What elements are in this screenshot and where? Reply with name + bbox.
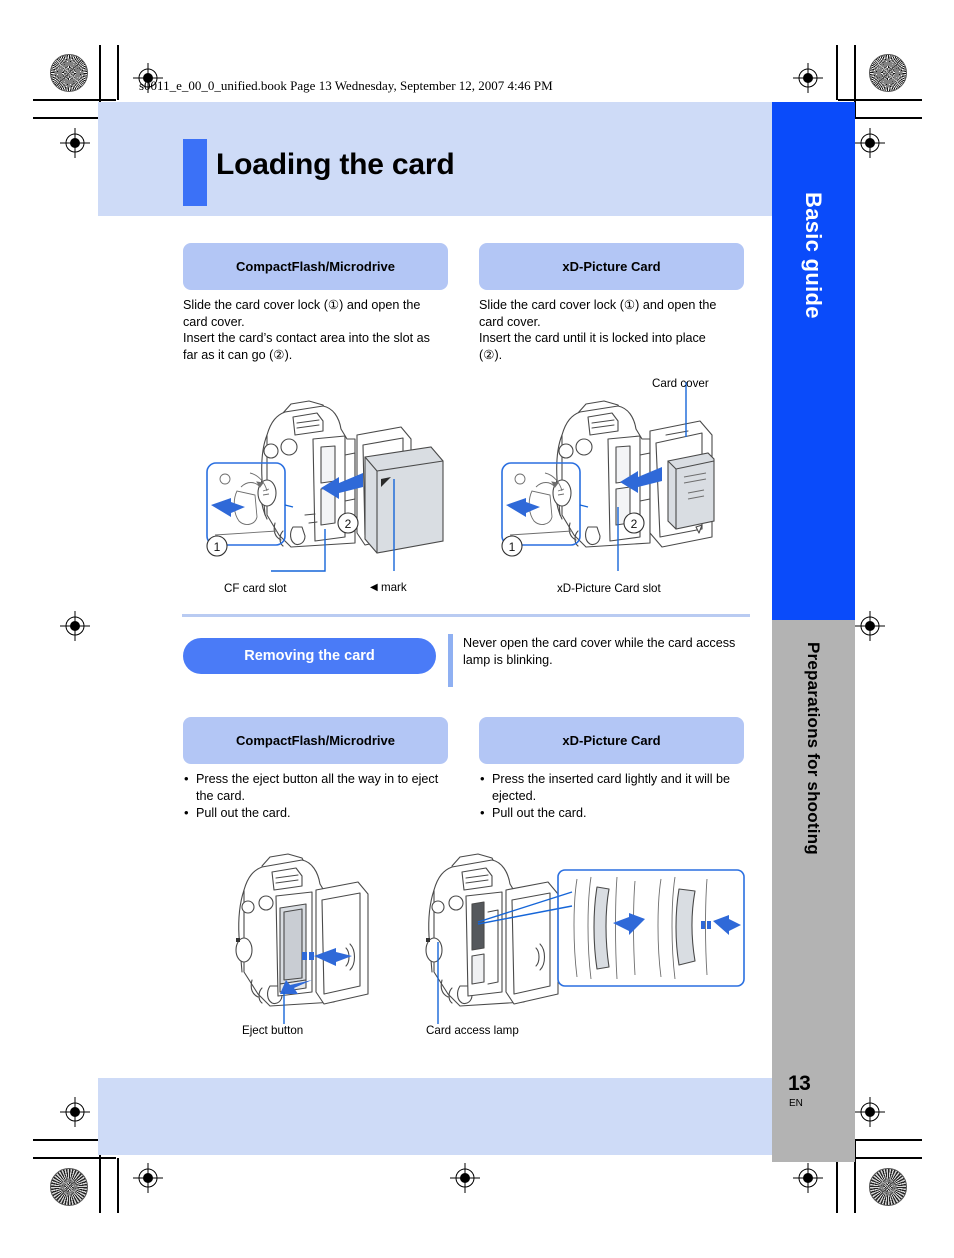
svg-text:2: 2 bbox=[631, 517, 638, 531]
svg-text:1: 1 bbox=[214, 540, 221, 554]
color-rosette-icon bbox=[50, 54, 88, 92]
heading-pill-label: xD-Picture Card bbox=[562, 259, 661, 274]
list-item: Press the eject button all the way in to… bbox=[183, 770, 455, 804]
caption-mark-label: mark bbox=[380, 581, 407, 594]
loading-left-instructions: Slide the card cover lock (①) and open t… bbox=[183, 297, 453, 364]
caption-eject-button: Eject button bbox=[242, 1024, 304, 1037]
illustration-xd-card-press-detail bbox=[557, 869, 745, 987]
list-item: Pull out the card. bbox=[479, 804, 751, 822]
crop-mark-bottom-right-v2 bbox=[836, 1158, 838, 1213]
registration-target-icon bbox=[60, 128, 90, 158]
instruction-line: Insert the card until it is locked into … bbox=[479, 331, 706, 346]
registration-target-icon bbox=[60, 1097, 90, 1127]
triangle-mark-icon: ◀ bbox=[370, 582, 378, 593]
section-divider bbox=[182, 614, 750, 617]
loading-right-instructions: Slide the card cover lock (①) and open t… bbox=[479, 297, 749, 364]
sidebar-tab-basic-guide-label: Basic guide bbox=[801, 192, 827, 319]
registration-target-icon bbox=[793, 63, 823, 93]
page-title: Loading the card bbox=[216, 148, 455, 181]
heading-pill-label: CompactFlash/Microdrive bbox=[236, 259, 395, 274]
caption-xd-picture-card-slot: xD-Picture Card slot bbox=[557, 582, 661, 595]
note-text: Never open the card cover while the card… bbox=[463, 636, 736, 667]
crop-mark-top-right-v2 bbox=[836, 45, 838, 100]
crop-mark-bottom-left-h bbox=[33, 1157, 116, 1159]
registration-target-icon bbox=[855, 611, 885, 641]
running-head: s0011_e_00_0_unified.book Page 13 Wednes… bbox=[139, 78, 553, 93]
heading-pill-compactflash-removing: CompactFlash/Microdrive bbox=[183, 717, 448, 764]
instruction-line: (②). bbox=[479, 348, 503, 363]
registration-target-icon bbox=[60, 611, 90, 641]
heading-pill-label: Removing the card bbox=[244, 648, 375, 664]
page-language-code: EN bbox=[789, 1098, 803, 1109]
crop-mark-top-left-v2 bbox=[117, 45, 119, 100]
list-item: Press the inserted card lightly and it w… bbox=[479, 770, 751, 804]
registration-target-icon bbox=[855, 128, 885, 158]
caption-card-cover: Card cover bbox=[652, 377, 709, 390]
registration-target-icon bbox=[450, 1163, 480, 1193]
instruction-line: far as it can go (②). bbox=[183, 348, 293, 363]
sidebar-tab-basic-guide[interactable]: Basic guide bbox=[772, 102, 855, 620]
instruction-line: Slide the card cover lock (①) and open t… bbox=[183, 298, 421, 312]
color-rosette-icon bbox=[869, 54, 907, 92]
caption-card-access-lamp: Card access lamp bbox=[426, 1024, 519, 1037]
registration-target-icon bbox=[793, 1163, 823, 1193]
color-rosette-icon bbox=[50, 1168, 88, 1206]
heading-pill-label: xD-Picture Card bbox=[562, 733, 661, 748]
crop-mark-bottom-left-v2 bbox=[117, 1158, 119, 1213]
illustration-eject-button bbox=[235, 853, 369, 1024]
heading-pill-xd-removing: xD-Picture Card bbox=[479, 717, 744, 764]
caption-mark: ◀ mark bbox=[370, 581, 407, 594]
list-item: Pull out the card. bbox=[183, 804, 455, 822]
svg-text:1: 1 bbox=[509, 540, 516, 554]
removing-right-bullets: Press the inserted card lightly and it w… bbox=[479, 770, 751, 823]
registration-target-icon bbox=[133, 1163, 163, 1193]
instruction-line: card cover. bbox=[479, 314, 541, 329]
sidebar-tab-preparations-for-shooting[interactable]: Preparations for shooting bbox=[772, 620, 855, 1162]
crop-mark-top-right-h bbox=[838, 99, 922, 101]
sidebar-tab-preparations-label: Preparations for shooting bbox=[804, 642, 824, 855]
svg-text:2: 2 bbox=[345, 517, 352, 531]
illustration-xd-card-insertion: 1 2 bbox=[501, 382, 715, 571]
page-footer-band bbox=[98, 1078, 772, 1155]
illustration-cf-card-insertion: 1 2 bbox=[206, 400, 444, 572]
title-accent-bar bbox=[183, 139, 207, 206]
page-number: 13 bbox=[788, 1072, 811, 1095]
instruction-line: Insert the card’s contact area into the … bbox=[183, 331, 430, 346]
heading-pill-removing-the-card: Removing the card bbox=[183, 638, 436, 674]
heading-pill-compactflash-loading: CompactFlash/Microdrive bbox=[183, 243, 448, 290]
instruction-line: Slide the card cover lock (①) and open t… bbox=[479, 298, 717, 312]
illustration-card-access-lamp bbox=[425, 853, 573, 1024]
note-accent-bar bbox=[448, 634, 453, 687]
registration-target-icon bbox=[855, 1097, 885, 1127]
removing-left-bullets: Press the eject button all the way in to… bbox=[183, 770, 455, 823]
heading-pill-label: CompactFlash/Microdrive bbox=[236, 733, 395, 748]
caption-cf-card-slot: CF card slot bbox=[224, 582, 287, 595]
heading-pill-xd-loading: xD-Picture Card bbox=[479, 243, 744, 290]
instruction-line: card cover. bbox=[183, 314, 245, 329]
color-rosette-icon bbox=[869, 1168, 907, 1206]
crop-mark-top-left-h bbox=[33, 99, 116, 101]
